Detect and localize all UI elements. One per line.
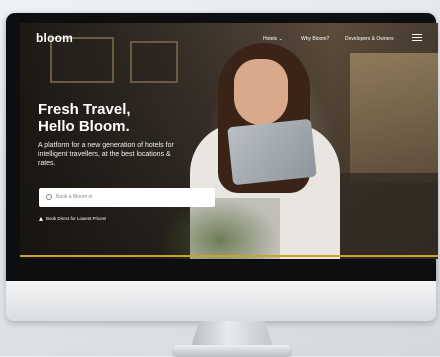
bloom-logo[interactable]: bloom — [36, 31, 73, 45]
search-icon — [46, 194, 52, 200]
hero-headline-line2: Hello Bloom. — [38, 118, 130, 135]
nav-item-why-bloom[interactable]: Why Bloom? — [301, 36, 329, 42]
website-screen: bloom Hotels ⌄ Why Bloom? Developers & O… — [20, 23, 438, 259]
hamburger-icon[interactable] — [412, 34, 422, 42]
nav-item-hotels[interactable]: Hotels ⌄ — [263, 36, 283, 42]
monitor-stand-base — [174, 345, 290, 357]
accent-divider — [20, 255, 438, 257]
tag-icon — [39, 216, 43, 221]
monitor-stand-neck — [191, 321, 273, 347]
nav-item-developers-owners[interactable]: Developers & Owners — [345, 36, 394, 42]
direct-booking-label: Book Direct for Lowest Prices! — [46, 216, 107, 221]
direct-booking-note[interactable]: Book Direct for Lowest Prices! — [39, 216, 106, 221]
person-face — [234, 59, 288, 125]
window-light — [350, 53, 438, 183]
top-navigation: bloom Hotels ⌄ Why Bloom? Developers & O… — [20, 23, 438, 53]
monitor-chin — [6, 281, 436, 321]
plant — [160, 198, 280, 259]
search-placeholder: Book a Bloom in — [56, 194, 93, 200]
hero-subtext: A platform for a new generation of hotel… — [38, 142, 174, 167]
hero-headline: Fresh Travel, Hello Bloom. — [38, 101, 131, 135]
tablet-device — [227, 118, 317, 186]
search-input[interactable]: Book a Bloom in — [39, 188, 215, 207]
hero-headline-line1: Fresh Travel, — [38, 101, 131, 118]
